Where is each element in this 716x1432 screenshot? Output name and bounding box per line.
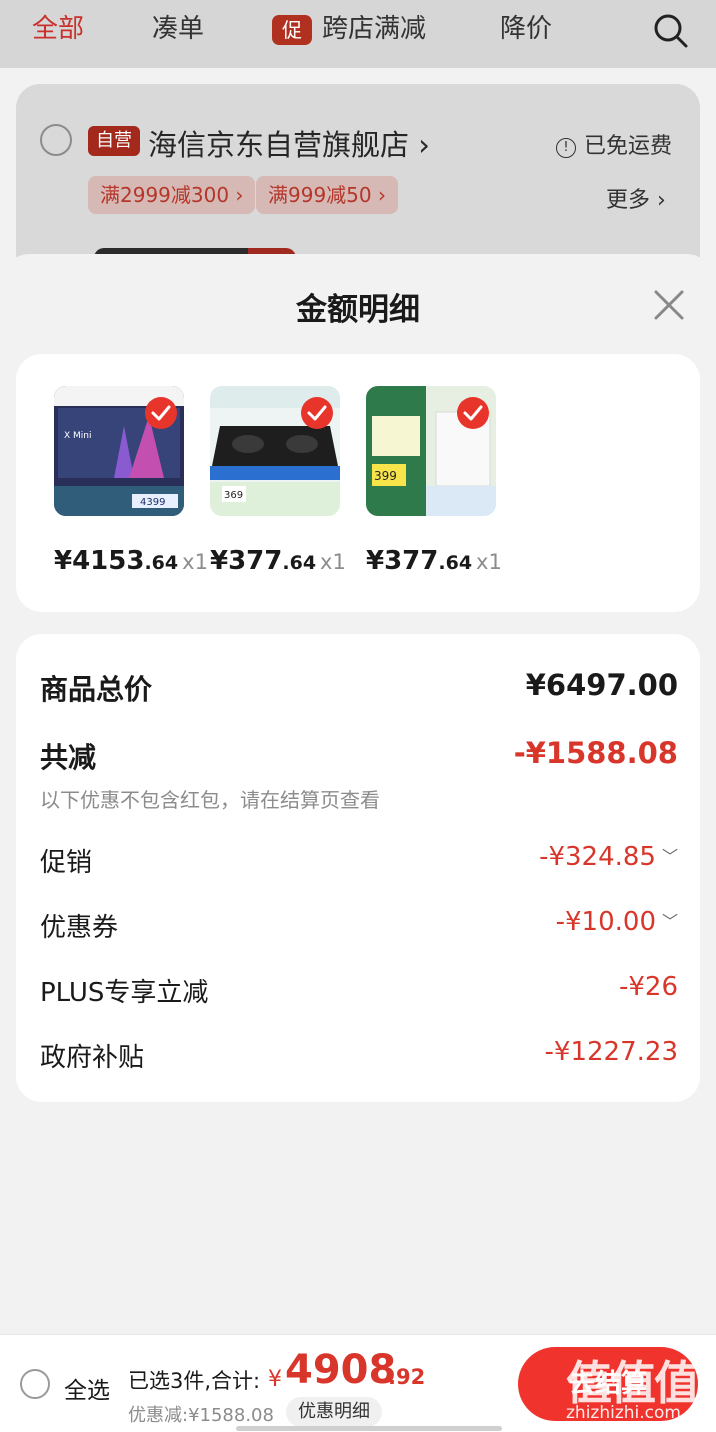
home-indicator[interactable] — [236, 1426, 502, 1431]
subsidy-value: -¥1227.23 — [544, 1037, 678, 1067]
promo-value: -¥324.85 — [539, 842, 656, 872]
tv-thumb-price: 4399 — [140, 497, 165, 508]
price-int: ¥377 — [366, 546, 439, 576]
total-price-label: 商品总价 — [40, 673, 153, 706]
promo-value-toggle[interactable]: -¥324.85 ﹀ — [539, 842, 678, 872]
more-link[interactable]: 更多 › — [606, 182, 666, 214]
product-price: ¥4153.64 x1 — [54, 546, 208, 576]
total-amount-int: 4908 — [285, 1347, 397, 1393]
shop-name: 海信京东自营旗舰店 — [148, 128, 410, 162]
search-icon[interactable] — [652, 12, 690, 50]
coupon-chip[interactable]: 满2999减300 › — [88, 176, 256, 214]
plus-value: -¥26 — [618, 972, 678, 1002]
total-price-value: ¥6497.00 — [525, 668, 678, 702]
tv-model-text: X Mini — [64, 431, 92, 441]
price-dec: .64 — [438, 552, 473, 574]
product-qty: x1 — [320, 550, 346, 574]
checkout-bar: 全选 已选3件,合计: ¥ 4908 .92 优惠减:¥1588.08 优惠明细… — [0, 1334, 716, 1432]
info-icon: ! — [556, 138, 576, 158]
coupon-value: -¥10.00 — [555, 907, 656, 937]
price-int: ¥377 — [210, 546, 283, 576]
price-dec: .64 — [282, 552, 317, 574]
product-price: ¥377.64 x1 — [210, 546, 346, 576]
self-operated-tag: 自营 — [88, 126, 140, 156]
more-label: 更多 — [606, 188, 651, 213]
discount-detail-button[interactable]: 优惠明细 — [286, 1397, 382, 1427]
check-icon[interactable] — [300, 396, 334, 430]
promo-label: 促销 — [40, 848, 93, 878]
stove-thumb-price: 369 — [224, 490, 243, 501]
product-qty: x1 — [182, 550, 208, 574]
price-int: ¥4153 — [54, 546, 145, 576]
coupon-label: 优惠券 — [40, 913, 119, 943]
sheet-title: 金额明细 — [296, 292, 420, 328]
total-amount-dec: .92 — [388, 1365, 426, 1389]
check-icon[interactable] — [144, 396, 178, 430]
select-all-label[interactable]: 全选 — [64, 1371, 110, 1405]
select-all-radio[interactable] — [20, 1369, 50, 1399]
amount-detail-sheet: 金额明细 X Mini 4399 ¥4153.64 x1 369 ¥377.64… — [0, 254, 716, 1334]
total-reduce-value: -¥1588.08 — [513, 736, 678, 770]
tab-cross-store[interactable]: 促跨店满减 — [272, 12, 426, 46]
chevron-down-icon: ﹀ — [661, 912, 678, 931]
total-currency: ¥ — [268, 1367, 282, 1392]
checkout-button[interactable]: 去结算 — [518, 1347, 698, 1421]
check-icon[interactable] — [456, 396, 490, 430]
coupon-chip-label: 满2999减300 — [100, 183, 230, 207]
product-qty: x1 — [476, 550, 502, 574]
selected-count-text: 已选3件,合计: — [128, 1369, 261, 1393]
top-nav: 全部 凑单 促跨店满减 降价 — [0, 0, 716, 68]
product-price: ¥377.64 x1 — [366, 546, 502, 576]
shop-name-link[interactable]: 海信京东自营旗舰店 › — [148, 122, 430, 164]
freezer-thumb-price: 399 — [374, 469, 397, 483]
close-icon[interactable] — [648, 284, 690, 326]
tab-bundle[interactable]: 凑单 — [152, 12, 204, 46]
coupon-chip[interactable]: 满999减50 › — [256, 176, 398, 214]
free-shipping-label: 已免运费 — [584, 134, 673, 159]
tab-all[interactable]: 全部 — [32, 12, 84, 46]
plus-label: PLUS专享立减 — [40, 978, 209, 1008]
tab-price-drop[interactable]: 降价 — [500, 12, 552, 46]
price-summary-card: 商品总价 ¥6497.00 共减 -¥1588.08 以下优惠不包含红包，请在结… — [16, 634, 700, 1102]
subsidy-label: 政府补贴 — [40, 1043, 145, 1073]
total-reduce-label: 共减 — [40, 741, 97, 774]
selected-products-card: X Mini 4399 ¥4153.64 x1 369 ¥377.64 x1 3… — [16, 354, 700, 612]
discount-note: 以下优惠不包含红包，请在结算页查看 — [40, 788, 380, 812]
chevron-down-icon: ﹀ — [661, 847, 678, 866]
promo-tag: 促 — [272, 14, 312, 45]
chevron-right-icon: › — [418, 128, 430, 162]
shop-select-radio[interactable] — [40, 124, 72, 156]
discount-amount-text: 优惠减:¥1588.08 — [128, 1405, 274, 1426]
price-dec: .64 — [144, 552, 179, 574]
tab-cross-store-label: 跨店满减 — [322, 14, 427, 44]
coupon-value-toggle[interactable]: -¥10.00 ﹀ — [556, 907, 678, 937]
free-shipping-status: ! 已免运费 — [556, 128, 672, 160]
coupon-chip-label: 满999减50 — [268, 183, 372, 207]
